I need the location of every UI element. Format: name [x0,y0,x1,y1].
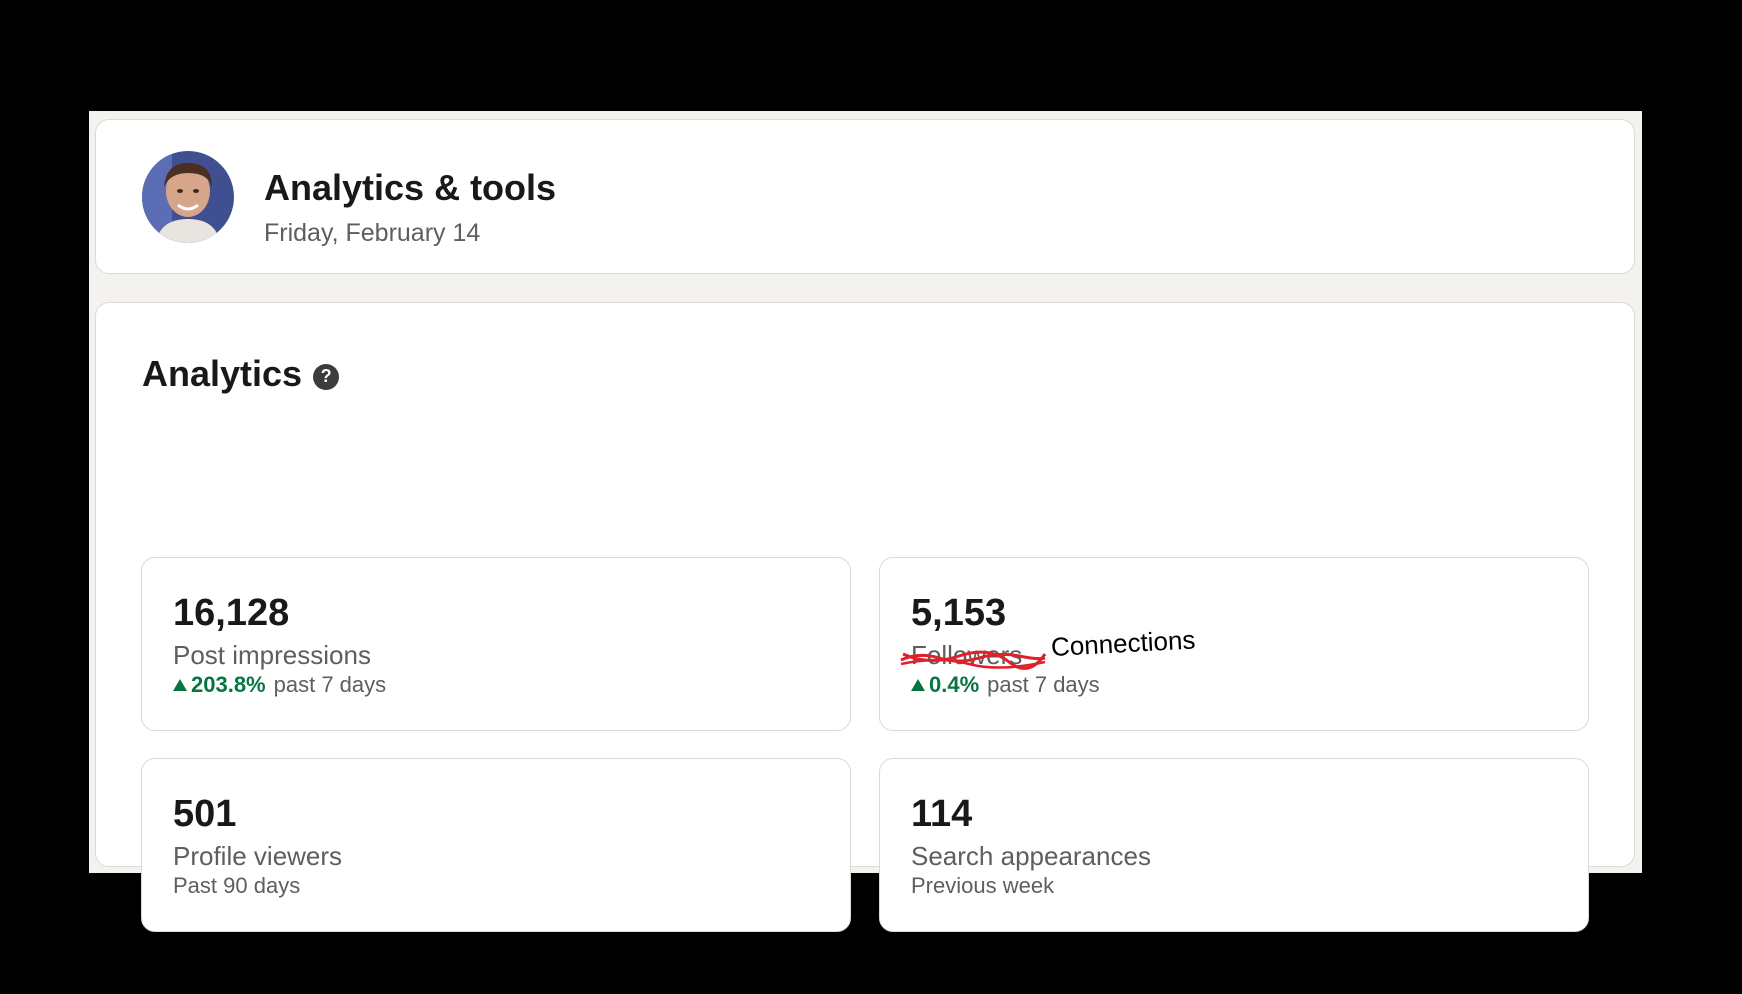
metric-label: Search appearances [911,841,1151,871]
metric-label: Followers [900,640,1047,671]
page-title: Analytics & tools [264,167,557,208]
trend-value: 0.4% [929,672,980,697]
header-card: Analytics & tools Friday, February 14 [95,119,1635,274]
trend-period: past 7 days [987,672,1100,697]
trend-period: past 7 days [273,672,387,697]
analytics-panel: Analytics & tools Friday, February 14 An… [89,111,1642,932]
metric-value: 16,128 [173,592,290,634]
handwritten-annotation: Connections [1050,624,1197,662]
analytics-card: Analytics ? 16,128 Post impressions 203.… [95,302,1635,932]
struck-label: Followers [900,640,1047,671]
metric-trend: 0.4% past 7 days [911,672,1100,698]
metric-label: Post impressions [173,640,371,670]
question-mark-icon[interactable]: ? [313,363,340,390]
trend-up-icon [173,679,187,691]
analytics-heading: Analytics ? [142,353,340,395]
metric-profile-viewers[interactable]: 501 Profile viewers Past 90 days [141,758,851,932]
trend-value: 203.8% [191,672,266,697]
metric-period: Past 90 days [173,873,301,898]
metric-trend: 203.8% past 7 days [173,672,386,698]
metric-followers[interactable]: 5,153 Followers Connections 0.4% past 7 … [879,557,1589,731]
trend-up-icon [911,679,925,691]
red-scribble-icon [900,650,1047,670]
metric-value: 114 [911,793,973,835]
metric-value: 5,153 [911,592,1007,634]
page-date: Friday, February 14 [264,219,481,247]
metric-search-appearances[interactable]: 114 Search appearances Previous week [879,758,1589,932]
metric-post-impressions[interactable]: 16,128 Post impressions 203.8% past 7 da… [141,557,851,731]
metric-label: Profile viewers [173,841,343,871]
analytics-title: Analytics [142,353,303,394]
metric-value: 501 [173,793,237,835]
avatar[interactable] [142,151,234,243]
metric-period: Previous week [911,873,1055,898]
